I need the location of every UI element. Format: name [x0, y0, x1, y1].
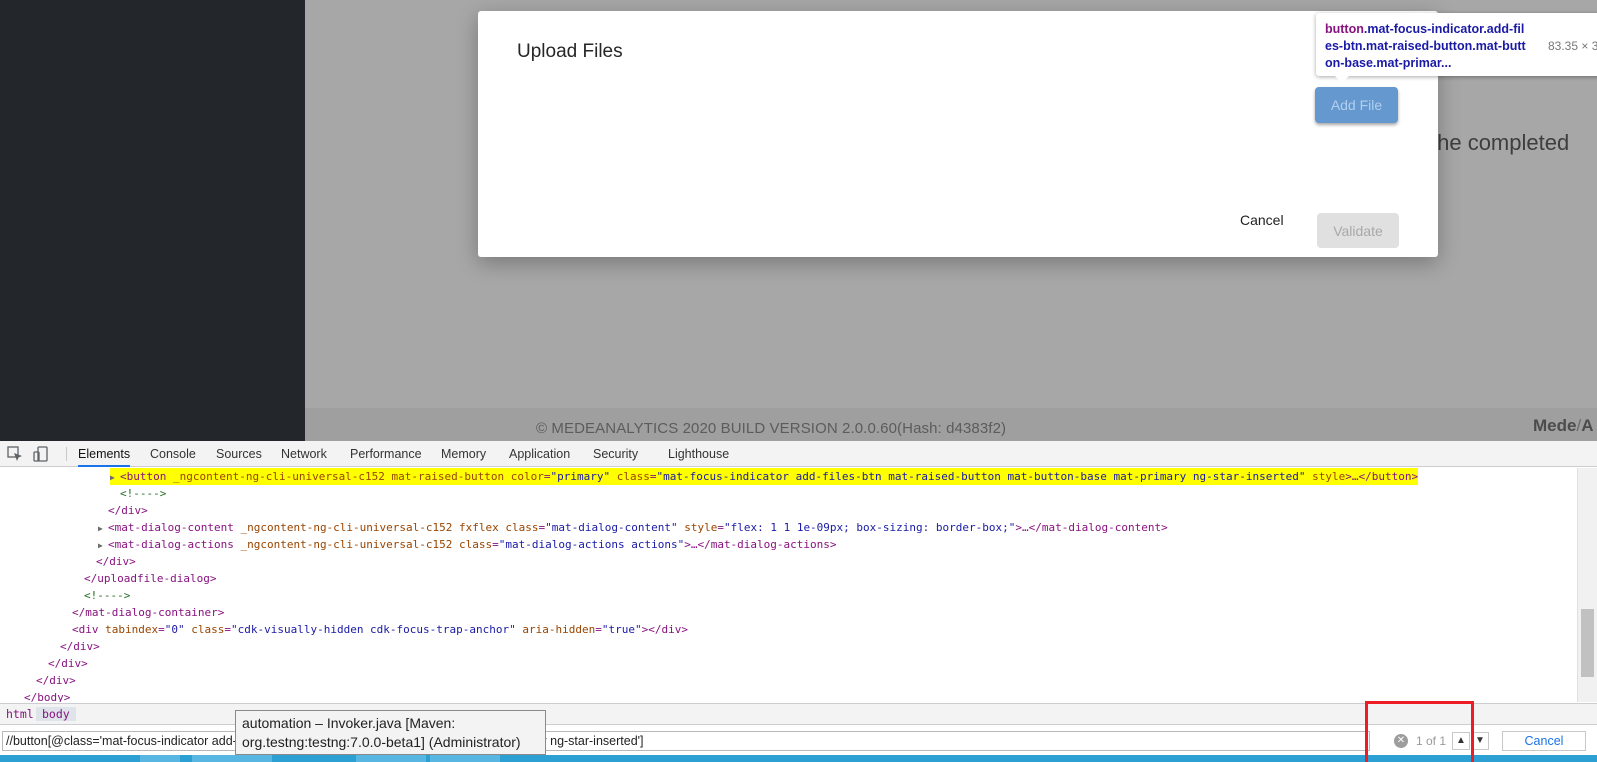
toolbar-divider	[66, 447, 67, 461]
breadcrumb-html[interactable]: html	[0, 707, 40, 721]
device-toolbar-icon[interactable]	[32, 445, 50, 463]
clear-search-icon[interactable]: ✕	[1394, 734, 1408, 748]
inspect-element-tooltip: button.mat-focus-indicator.add-fil es-btn…	[1316, 13, 1597, 83]
tab-performance[interactable]: Performance	[350, 441, 422, 467]
dom-node-close-uploadfile-dialog[interactable]: </uploadfile-dialog>	[84, 570, 216, 587]
dom-node-comment[interactable]: <!---->	[84, 587, 130, 604]
tab-network[interactable]: Network	[281, 441, 327, 467]
dom-node-close-body[interactable]: </body>	[24, 689, 70, 702]
dom-node-close-div[interactable]: </div>	[36, 672, 76, 689]
tooltip-element-size: 83.35 × 3	[1548, 39, 1597, 53]
dom-node-close-dialog-container[interactable]: </mat-dialog-container>	[72, 604, 224, 621]
dom-node-button-selected[interactable]: ▶ <button _ngcontent-ng-cli-universal-c15…	[110, 468, 1419, 486]
expand-triangle-icon[interactable]: ▶	[98, 520, 108, 537]
tab-lighthouse[interactable]: Lighthouse	[668, 441, 729, 467]
dialog-title: Upload Files	[517, 41, 623, 62]
dialog-cancel-button[interactable]: Cancel	[1240, 212, 1284, 228]
dom-node-close-div[interactable]: </div>	[48, 655, 88, 672]
add-file-button[interactable]: Add File	[1315, 87, 1398, 123]
app-sidebar-dark	[0, 0, 305, 441]
tab-security[interactable]: Security	[593, 441, 638, 467]
dom-node-comment[interactable]: <!---->	[120, 485, 166, 502]
chevron-up-icon[interactable]: ▲	[1452, 732, 1470, 750]
dom-tree: ▶ <button _ngcontent-ng-cli-universal-c15…	[0, 468, 1577, 702]
dom-node-close-div[interactable]: </div>	[96, 553, 136, 570]
tab-console[interactable]: Console	[150, 441, 196, 467]
dom-tree-scrollbar[interactable]	[1577, 468, 1597, 702]
brand-logo: Mede/A	[1533, 416, 1594, 435]
tooltip-selector: button.mat-focus-indicator.add-fil es-btn…	[1325, 22, 1526, 70]
taskbar-app[interactable]	[140, 755, 180, 762]
dom-node-close-div[interactable]: </div>	[60, 638, 100, 655]
expand-triangle-icon[interactable]: ▶	[110, 469, 120, 486]
tab-elements[interactable]: Elements	[78, 441, 131, 467]
dom-node-close-div[interactable]: </div>	[108, 502, 148, 519]
devtools-tab-bar: Elements Console Sources Network Perform…	[0, 441, 1597, 467]
breadcrumb-body[interactable]: body	[36, 707, 76, 721]
select-element-icon[interactable]	[6, 445, 24, 463]
chevron-down-icon[interactable]: ▼	[1471, 732, 1489, 750]
windows-taskbar	[0, 755, 1597, 762]
expand-triangle-icon[interactable]: ▶	[98, 537, 108, 554]
taskbar-tooltip: automation – Invoker.java [Maven: org.te…	[235, 710, 546, 755]
xpath-search-input[interactable]	[2, 731, 1370, 751]
tab-application[interactable]: Application	[509, 441, 570, 467]
footer-build-version: © MEDEANALYTICS 2020 BUILD VERSION 2.0.0…	[536, 420, 1007, 437]
taskbar-app[interactable]	[192, 755, 272, 762]
dom-node-focus-trap[interactable]: <div tabindex="0" class="cdk-visually-hi…	[72, 621, 688, 638]
search-match-count: 1 of 1	[1416, 734, 1447, 748]
app-viewport: the completed © MEDEANALYTICS 2020 BUILD…	[0, 0, 1597, 441]
tab-memory[interactable]: Memory	[441, 441, 486, 467]
scrollbar-thumb[interactable]	[1581, 609, 1594, 677]
tab-sources[interactable]: Sources	[216, 441, 262, 467]
dom-node-dialog-content[interactable]: ▶ <mat-dialog-content _ngcontent-ng-cli-u…	[98, 519, 1168, 536]
background-text: the completed	[1420, 130, 1569, 156]
search-cancel-button[interactable]: Cancel	[1502, 731, 1586, 751]
validate-button[interactable]: Validate	[1317, 213, 1399, 248]
dom-node-dialog-actions[interactable]: ▶ <mat-dialog-actions _ngcontent-ng-cli-u…	[98, 536, 837, 553]
taskbar-app[interactable]	[430, 755, 500, 762]
upload-files-dialog: Upload Files Add File Cancel Validate	[478, 11, 1438, 257]
taskbar-app[interactable]	[356, 755, 426, 762]
